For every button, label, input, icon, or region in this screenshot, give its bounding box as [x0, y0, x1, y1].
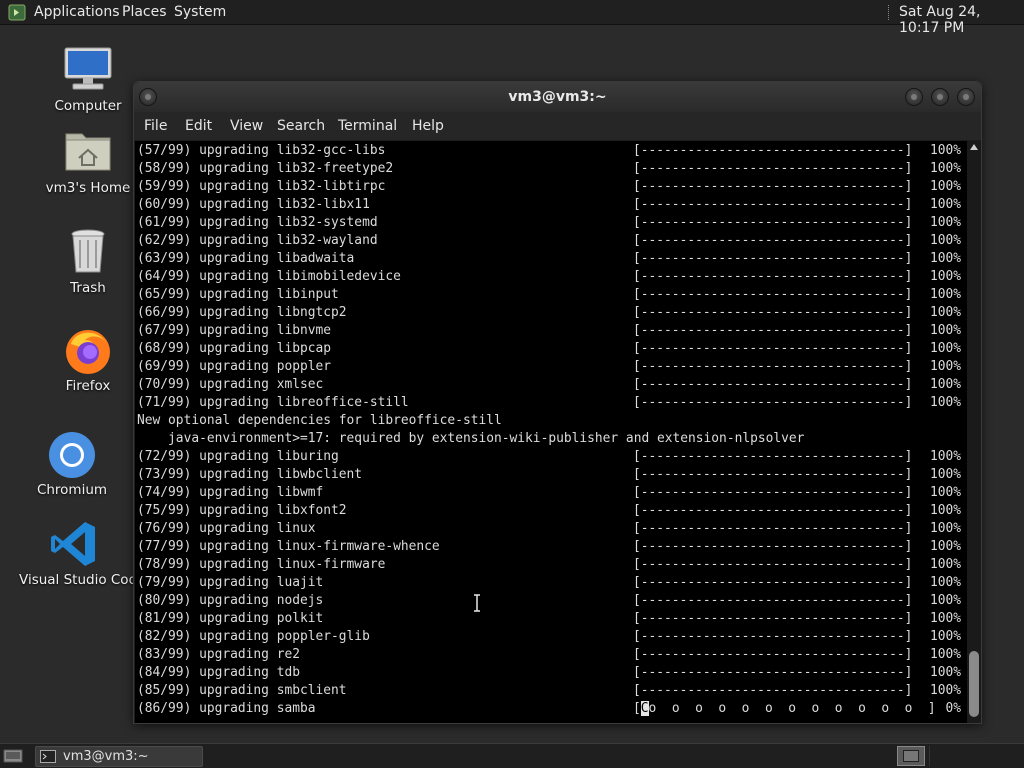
scroll-up-arrow-icon[interactable]	[970, 144, 978, 150]
desktop-icon-vscode[interactable]: Visual Studio Code	[19, 520, 146, 588]
terminal-icon	[40, 750, 56, 763]
terminal-scrollbar[interactable]	[967, 141, 981, 723]
desktop-icon-trash[interactable]: Trash	[33, 228, 143, 296]
maximize-button[interactable]	[931, 88, 949, 106]
workspace-switcher[interactable]	[897, 746, 925, 766]
panel-separator	[888, 5, 890, 20]
applications-menu-icon[interactable]	[8, 4, 26, 21]
desktop-icon-label: vm3's Home	[45, 180, 131, 196]
chromium-icon	[47, 430, 97, 478]
applications-menu[interactable]: Applications	[34, 4, 120, 20]
terminal-menubar: File Edit View Search Terminal Help	[134, 112, 981, 140]
desktop-icon-label: Trash	[70, 280, 106, 296]
desktop-icon-firefox[interactable]: Firefox	[33, 326, 143, 394]
places-menu[interactable]: Places	[122, 4, 167, 20]
system-menu[interactable]: System	[174, 4, 226, 20]
window-titlebar[interactable]: vm3@vm3:~	[134, 82, 981, 112]
menu-search[interactable]: Search	[277, 118, 325, 134]
desktop-icon-computer[interactable]: Computer	[33, 46, 143, 114]
workspace-thumbnail	[903, 750, 919, 762]
desktop-icon-chromium[interactable]: Chromium	[17, 430, 127, 498]
menu-edit[interactable]: Edit	[185, 118, 212, 134]
menu-file[interactable]: File	[144, 118, 167, 134]
show-desktop-icon[interactable]	[3, 748, 23, 764]
firefox-icon	[63, 326, 113, 374]
menu-terminal[interactable]: Terminal	[338, 118, 397, 134]
taskbar-item-label: vm3@vm3:~	[63, 749, 149, 764]
scrollbar-thumb[interactable]	[969, 651, 979, 717]
desktop-icon-label: Firefox	[65, 378, 111, 394]
trash-icon	[63, 228, 113, 276]
menu-help[interactable]: Help	[412, 118, 444, 134]
desktop-icon-label: Computer	[54, 98, 122, 114]
vscode-icon	[49, 520, 99, 568]
computer-icon	[63, 46, 113, 94]
desktop-icon-label: Visual Studio Code	[19, 572, 146, 588]
top-panel: Applications Places System Sat Aug 24, 1…	[0, 0, 1024, 36]
terminal-line-current: (86/99) upgrading samba [Co o o o o o o …	[137, 701, 961, 716]
desktop-icon-label: Chromium	[36, 482, 108, 498]
terminal-output[interactable]: (57/99) upgrading lib32-gcc-libs [-------…	[135, 141, 967, 723]
menu-view[interactable]: View	[230, 118, 263, 134]
window-title: vm3@vm3:~	[508, 89, 607, 105]
home-folder-icon	[63, 128, 113, 176]
bottom-panel: vm3@vm3:~	[0, 743, 1024, 768]
desktop-icon-home[interactable]: vm3's Home	[33, 128, 143, 196]
minimize-button[interactable]	[905, 88, 923, 106]
clock[interactable]: Sat Aug 24, 10:17 PM	[899, 4, 1024, 36]
terminal-window[interactable]: vm3@vm3:~ File Edit View Search Terminal…	[133, 81, 982, 724]
close-button[interactable]	[957, 88, 975, 106]
taskbar-item-terminal[interactable]: vm3@vm3:~	[35, 746, 203, 767]
panel-tray-area	[929, 746, 1019, 766]
text-cursor-icon	[474, 594, 480, 612]
